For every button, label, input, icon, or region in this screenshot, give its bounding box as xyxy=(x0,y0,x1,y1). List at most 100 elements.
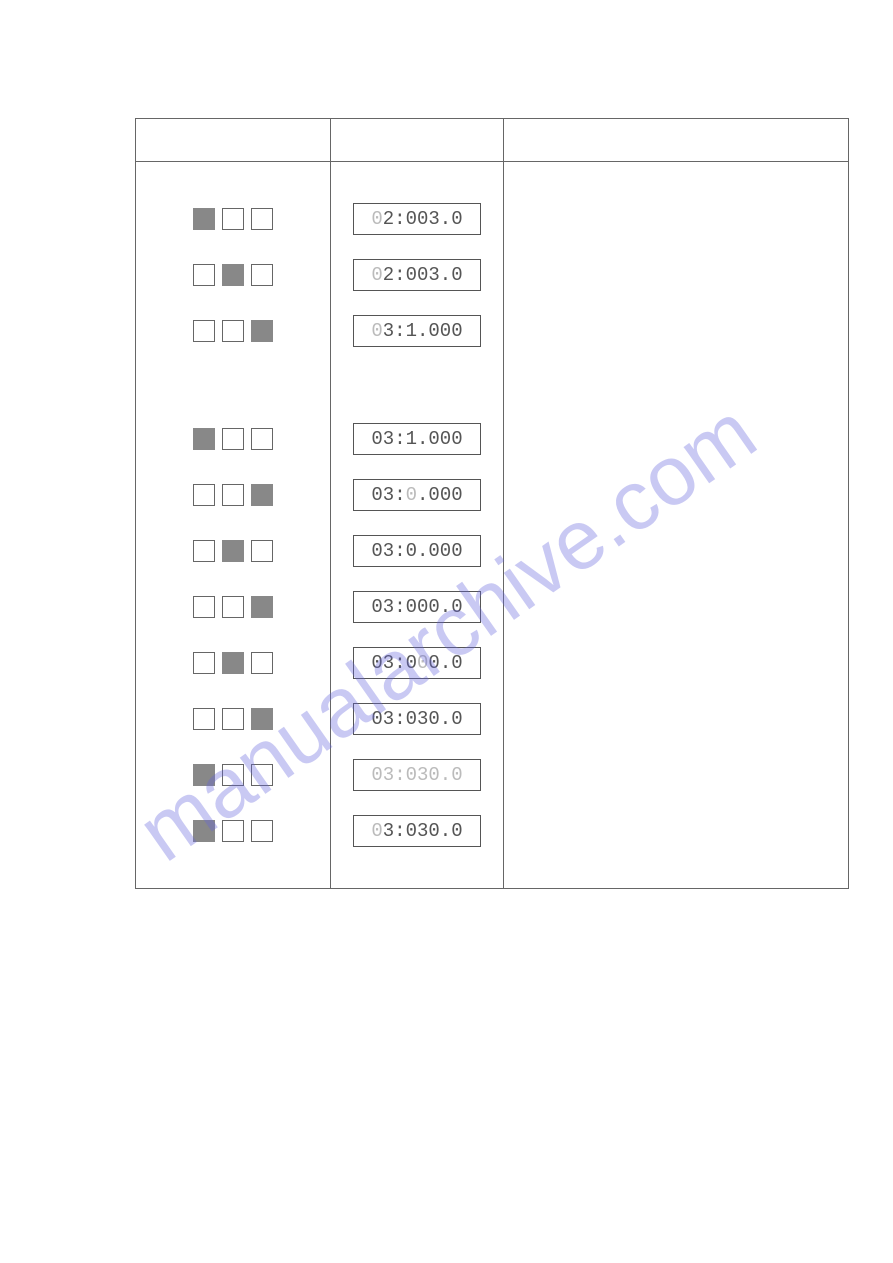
box-empty-icon xyxy=(251,208,273,230)
box-group xyxy=(193,652,273,674)
box-empty-icon xyxy=(193,596,215,618)
box-filled-icon xyxy=(222,540,244,562)
lcd-display: 03:030.0 xyxy=(353,703,481,735)
box-filled-icon xyxy=(193,764,215,786)
description-column xyxy=(504,162,849,889)
box-empty-icon xyxy=(222,708,244,730)
box-group xyxy=(193,708,273,730)
lcd-row: 03:030.0 xyxy=(341,702,493,736)
box-filled-icon xyxy=(222,652,244,674)
box-group xyxy=(193,540,273,562)
box-filled-icon xyxy=(222,264,244,286)
box-empty-icon xyxy=(193,708,215,730)
lcd-display: 03:0.000 xyxy=(353,535,481,567)
box-empty-icon xyxy=(193,484,215,506)
lcd-value: 03:030.0 xyxy=(371,764,462,786)
box-filled-icon xyxy=(193,428,215,450)
lcd-display: 03:0.000 xyxy=(353,479,481,511)
lcd-row: 03:1.000 xyxy=(341,314,493,348)
box-group xyxy=(193,320,273,342)
lcd-value: 03:0.000 xyxy=(371,540,462,562)
lcd-display: 03:1.000 xyxy=(353,315,481,347)
box-group xyxy=(193,264,273,286)
box-empty-icon xyxy=(222,208,244,230)
box-filled-icon xyxy=(251,596,273,618)
lcd-row: 02:003.0 xyxy=(341,258,493,292)
header-cell-1 xyxy=(136,119,331,162)
box-indicator-row xyxy=(146,758,320,792)
box-empty-icon xyxy=(251,540,273,562)
lcd-row: 03:030.0 xyxy=(341,758,493,792)
box-indicator-row xyxy=(146,814,320,848)
box-indicator-row xyxy=(146,478,320,512)
lcd-value: 02:003.0 xyxy=(371,208,462,230)
box-group xyxy=(193,428,273,450)
spacer xyxy=(341,370,493,400)
box-empty-icon xyxy=(222,596,244,618)
lcd-row: 02:003.0 xyxy=(341,202,493,236)
lcd-display: 03:1.000 xyxy=(353,423,481,455)
lcd-value: 03:030.0 xyxy=(371,708,462,730)
box-group xyxy=(193,208,273,230)
lcd-display: 03:030.0 xyxy=(353,815,481,847)
box-filled-icon xyxy=(251,320,273,342)
box-indicator-row xyxy=(146,258,320,292)
lcd-display: 02:003.0 xyxy=(353,203,481,235)
box-filled-icon xyxy=(251,708,273,730)
lcd-row: 03:1.000 xyxy=(341,422,493,456)
header-cell-2 xyxy=(331,119,504,162)
lcd-display: 03:000.0 xyxy=(353,591,481,623)
body-row: 02:003.0 02:003.0 03:1.000 03:1.000 03:0.000… xyxy=(136,162,849,889)
box-filled-icon xyxy=(251,484,273,506)
lcd-value: 03:000.0 xyxy=(371,652,462,674)
box-empty-icon xyxy=(193,320,215,342)
lcd-value: 03:1.000 xyxy=(371,320,462,342)
box-indicator-row xyxy=(146,314,320,348)
box-filled-icon xyxy=(193,820,215,842)
box-group xyxy=(193,484,273,506)
lcd-row: 03:000.0 xyxy=(341,590,493,624)
box-group xyxy=(193,596,273,618)
lcd-value: 03:030.0 xyxy=(371,820,462,842)
box-indicator-row xyxy=(146,534,320,568)
box-empty-icon xyxy=(251,652,273,674)
page: manualarchive.com 02:003.002:003.003:1.0… xyxy=(0,0,893,1263)
box-empty-icon xyxy=(222,428,244,450)
box-indicator-row xyxy=(146,646,320,680)
box-empty-icon xyxy=(251,428,273,450)
lcd-value: 02:003.0 xyxy=(371,264,462,286)
box-empty-icon xyxy=(251,264,273,286)
lcd-column: 02:003.0 02:003.0 03:1.000 03:1.000 03:0.000… xyxy=(331,162,504,889)
lcd-display: 03:030.0 xyxy=(353,759,481,791)
main-table: 02:003.0 02:003.0 03:1.000 03:1.000 03:0.000… xyxy=(135,118,849,889)
box-empty-icon xyxy=(222,320,244,342)
box-empty-icon xyxy=(251,764,273,786)
spacer xyxy=(146,370,320,400)
header-row xyxy=(136,119,849,162)
box-indicator-row xyxy=(146,422,320,456)
box-group xyxy=(193,820,273,842)
header-cell-3 xyxy=(504,119,849,162)
lcd-row: 03:0.000 xyxy=(341,534,493,568)
lcd-value: 03:000.0 xyxy=(371,596,462,618)
box-group xyxy=(193,764,273,786)
box-empty-icon xyxy=(193,652,215,674)
box-indicator-row xyxy=(146,590,320,624)
box-filled-icon xyxy=(193,208,215,230)
box-empty-icon xyxy=(193,264,215,286)
boxes-column xyxy=(136,162,331,889)
box-indicator-row xyxy=(146,702,320,736)
box-empty-icon xyxy=(222,764,244,786)
lcd-row: 03:000.0 xyxy=(341,646,493,680)
lcd-row: 03:0.000 xyxy=(341,478,493,512)
box-empty-icon xyxy=(222,820,244,842)
lcd-display: 03:000.0 xyxy=(353,647,481,679)
box-indicator-row xyxy=(146,202,320,236)
box-empty-icon xyxy=(222,484,244,506)
box-empty-icon xyxy=(193,540,215,562)
box-empty-icon xyxy=(251,820,273,842)
lcd-value: 03:1.000 xyxy=(371,428,462,450)
lcd-display: 02:003.0 xyxy=(353,259,481,291)
lcd-row: 03:030.0 xyxy=(341,814,493,848)
lcd-value: 03:0.000 xyxy=(371,484,462,506)
